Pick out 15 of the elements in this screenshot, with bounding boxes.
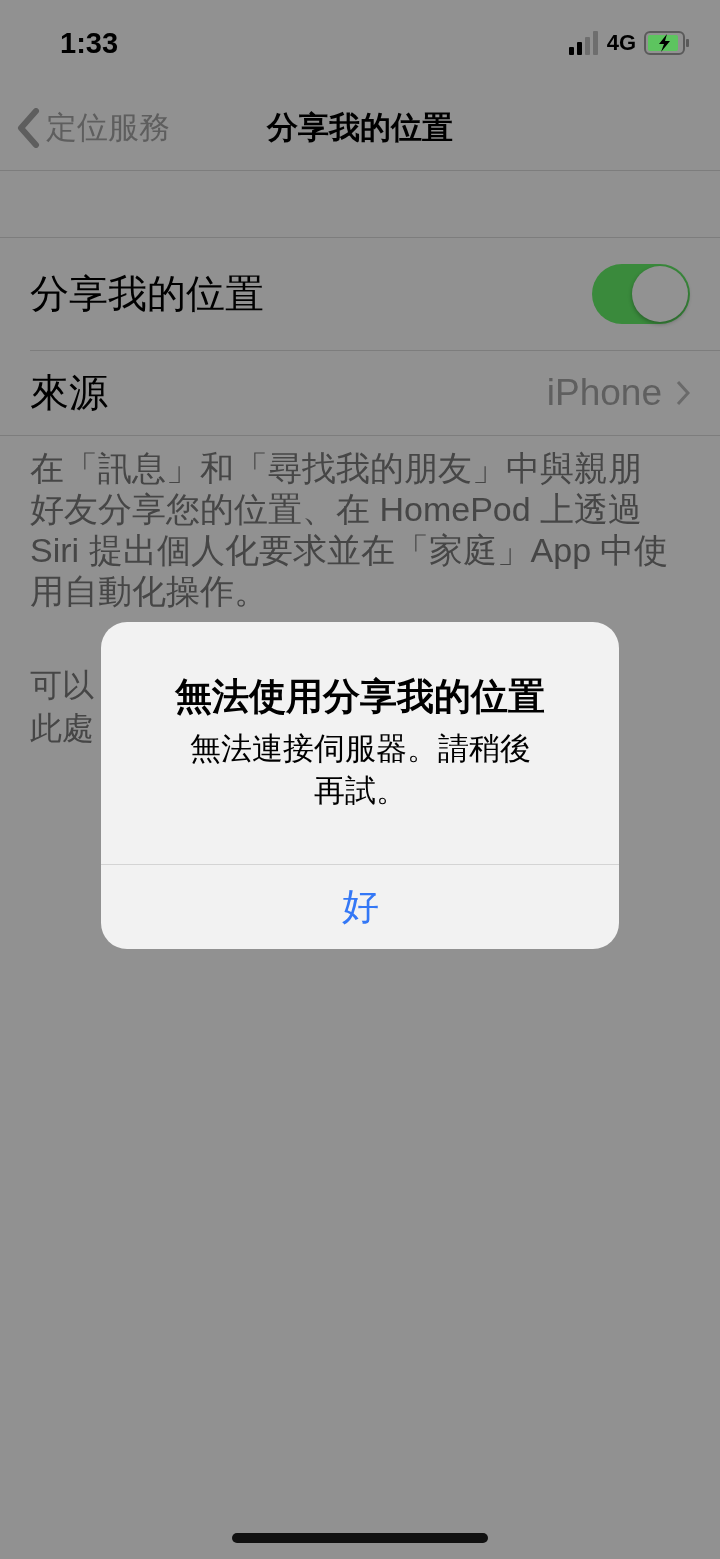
footer-text: 此處 bbox=[30, 709, 94, 748]
ok-button[interactable]: 好 bbox=[101, 864, 619, 949]
alert-message: 無法連接伺服器。請稍後再試。 bbox=[188, 730, 532, 810]
setting-label: 分享我的位置 bbox=[30, 271, 264, 317]
description-text: 在「訊息」和「尋找我的朋友」中與親朋好友分享您的位置、在 HomePod 上透過 Siri 提出個人化要求並在「家庭」App 中使用自動化操作。 bbox=[29, 448, 670, 612]
footer-text: 可以 bbox=[30, 666, 94, 705]
toggle-switch[interactable] bbox=[592, 264, 690, 324]
setting-label: 來源 bbox=[30, 370, 108, 416]
alert-title: 無法使用分享我的位置 bbox=[175, 675, 545, 719]
chevron-right-icon bbox=[676, 380, 690, 406]
signal-icon bbox=[568, 31, 599, 55]
network-label: 4G bbox=[606, 30, 636, 56]
status-time: 1:33 bbox=[60, 26, 119, 60]
chevron-left-icon bbox=[16, 108, 40, 148]
nav-title: 分享我的位置 bbox=[267, 110, 453, 145]
